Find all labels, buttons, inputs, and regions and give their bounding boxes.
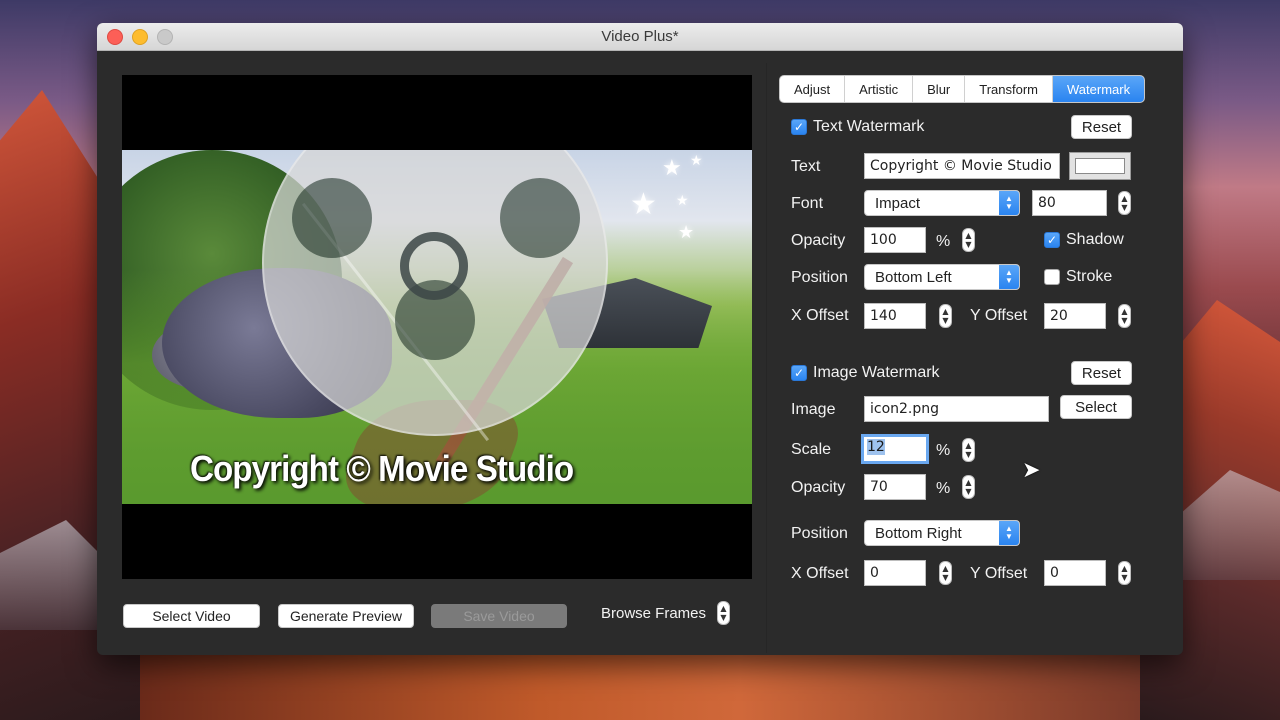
watermark-text-input[interactable]: Copyright © Movie Studio [864, 153, 1060, 179]
image-y-offset-input[interactable]: 0 [1044, 560, 1106, 586]
image-position-select[interactable]: Bottom Right ▲ ▼ [864, 520, 1020, 546]
text-label: Text [791, 158, 821, 175]
video-frame: ★ ★ ★ ★ ★ Copyright © Movie Studio [122, 150, 752, 504]
reel-hole [292, 178, 372, 258]
font-size-input[interactable]: 80 [1032, 190, 1107, 216]
image-x-offset-input[interactable]: 0 [864, 560, 926, 586]
image-path-input[interactable]: icon2.png [864, 396, 1049, 422]
settings-panel: Adjust Artistic Blur Transform Watermark… [766, 63, 1172, 653]
wallpaper-glow [140, 655, 1140, 720]
image-x-offset-stepper[interactable]: ▲ ▼ [939, 561, 952, 585]
tab-blur[interactable]: Blur [913, 76, 966, 102]
scale-value: 12 [867, 439, 885, 455]
app-window: Video Plus* ★ ★ ★ ★ ★ Copyright © Movie [97, 23, 1183, 655]
mouse-pointer-icon: ➤ [1022, 458, 1041, 483]
generate-preview-button[interactable]: Generate Preview [278, 604, 414, 628]
image-position-value: Bottom Right [875, 525, 962, 542]
scale-label: Scale [791, 441, 832, 458]
title-bar[interactable]: Video Plus* [97, 23, 1183, 51]
text-x-offset-input[interactable]: 140 [864, 303, 926, 329]
star-icon: ★ [630, 187, 657, 222]
image-y-offset-stepper[interactable]: ▲ ▼ [1118, 561, 1131, 585]
image-y-offset-label: Y Offset [970, 565, 1028, 582]
star-icon: ★ [676, 193, 689, 209]
select-image-button[interactable]: Select [1060, 395, 1132, 419]
tab-bar: Adjust Artistic Blur Transform Watermark [779, 75, 1146, 103]
stroke-checkbox[interactable] [1044, 269, 1060, 285]
text-reset-button[interactable]: Reset [1071, 115, 1132, 139]
browse-frames-stepper[interactable]: ▲ ▼ [717, 601, 730, 625]
text-opacity-input[interactable]: 100 [864, 227, 926, 253]
text-position-select[interactable]: Bottom Left ▲ ▼ [864, 264, 1020, 290]
font-size-stepper[interactable]: ▲ ▼ [1118, 191, 1131, 215]
chevron-updown-icon: ▲ ▼ [999, 265, 1019, 289]
shadow-label: Shadow [1066, 231, 1124, 248]
select-video-button[interactable]: Select Video [123, 604, 260, 628]
shadow-checkbox[interactable]: ✓ [1044, 232, 1060, 248]
watermark-text-overlay: Copyright © Movie Studio [190, 448, 574, 489]
image-watermark-checkbox[interactable]: ✓ [791, 365, 807, 381]
scale-stepper[interactable]: ▲ ▼ [962, 438, 975, 462]
text-opacity-stepper[interactable]: ▲ ▼ [962, 228, 975, 252]
tab-watermark[interactable]: Watermark [1053, 76, 1145, 102]
image-position-label: Position [791, 525, 848, 542]
text-opacity-label: Opacity [791, 232, 846, 249]
text-x-offset-label: X Offset [791, 307, 849, 324]
star-icon: ★ [678, 222, 695, 243]
text-y-offset-input[interactable]: 20 [1044, 303, 1106, 329]
image-opacity-input[interactable]: 70 [864, 474, 926, 500]
image-watermark-title: Image Watermark [813, 364, 940, 381]
stroke-label: Stroke [1066, 268, 1113, 285]
image-label: Image [791, 401, 836, 418]
scale-percent: % [936, 442, 951, 459]
star-icon: ★ [690, 153, 703, 169]
text-color-swatch [1075, 158, 1125, 174]
text-x-offset-stepper[interactable]: ▲ ▼ [939, 304, 952, 328]
text-watermark-checkbox[interactable]: ✓ [791, 119, 807, 135]
video-preview: ★ ★ ★ ★ ★ Copyright © Movie Studio [122, 75, 752, 579]
font-select[interactable]: Impact ▲ ▼ [864, 190, 1020, 216]
text-y-offset-label: Y Offset [970, 307, 1028, 324]
tab-artistic[interactable]: Artistic [845, 76, 914, 102]
text-position-value: Bottom Left [875, 269, 952, 286]
browse-frames-label: Browse Frames [601, 605, 707, 622]
reel-center [400, 232, 468, 300]
tab-transform[interactable]: Transform [965, 76, 1054, 102]
text-position-label: Position [791, 269, 848, 286]
scale-input[interactable]: 12 [861, 434, 929, 464]
font-select-value: Impact [875, 195, 921, 212]
window-title: Video Plus* [601, 28, 679, 45]
reel-hole [500, 178, 580, 258]
image-reset-button[interactable]: Reset [1071, 361, 1132, 385]
image-opacity-percent: % [936, 480, 951, 497]
tab-adjust[interactable]: Adjust [780, 76, 846, 102]
image-opacity-stepper[interactable]: ▲ ▼ [962, 475, 975, 499]
text-color-well[interactable] [1069, 152, 1131, 180]
chevron-updown-icon: ▲ ▼ [999, 191, 1019, 215]
text-opacity-percent: % [936, 233, 951, 250]
text-watermark-title: Text Watermark [813, 118, 925, 135]
image-opacity-label: Opacity [791, 479, 846, 496]
save-video-button[interactable]: Save Video [431, 604, 567, 628]
image-x-offset-label: X Offset [791, 565, 849, 582]
chevron-updown-icon: ▲ ▼ [999, 521, 1019, 545]
star-icon: ★ [662, 156, 682, 181]
text-y-offset-stepper[interactable]: ▲ ▼ [1118, 304, 1131, 328]
font-label: Font [791, 195, 824, 212]
